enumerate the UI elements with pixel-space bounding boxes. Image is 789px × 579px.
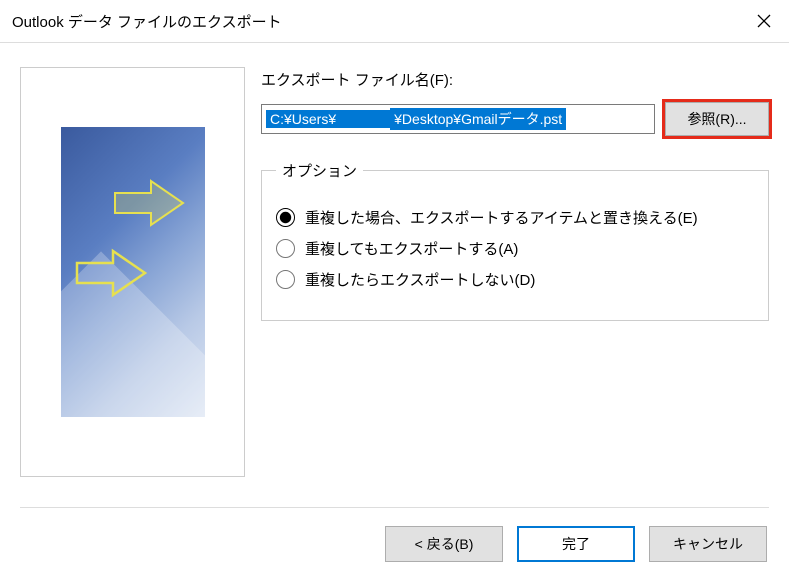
main-panel: エクスポート ファイル名(F): C:¥Users¥ ¥Desktop¥Gmai… <box>261 67 769 477</box>
radio-allow-label[interactable]: 重複してもエクスポートする(A) <box>305 238 518 259</box>
radio-allow[interactable] <box>276 239 295 258</box>
close-button[interactable] <box>739 0 789 42</box>
export-arrow-icon <box>73 245 153 301</box>
titlebar: Outlook データ ファイルのエクスポート <box>0 0 789 43</box>
option-replace-duplicates[interactable]: 重複した場合、エクスポートするアイテムと置き換える(E) <box>276 207 754 228</box>
filepath-redacted <box>340 110 390 128</box>
option-allow-duplicates[interactable]: 重複してもエクスポートする(A) <box>276 238 754 259</box>
window-title: Outlook データ ファイルのエクスポート <box>12 11 282 32</box>
back-button[interactable]: < 戻る(B) <box>385 526 503 562</box>
options-legend: オプション <box>276 160 363 181</box>
content-area: エクスポート ファイル名(F): C:¥Users¥ ¥Desktop¥Gmai… <box>0 43 789 487</box>
export-arrow-icon <box>111 175 191 231</box>
cancel-button[interactable]: キャンセル <box>649 526 767 562</box>
wizard-sidebar <box>20 67 245 477</box>
filepath-text-suffix: ¥Desktop¥Gmailデータ.pst <box>390 108 566 130</box>
filepath-text-prefix: C:¥Users¥ <box>266 110 340 128</box>
close-icon <box>757 14 771 28</box>
filename-input[interactable]: C:¥Users¥ ¥Desktop¥Gmailデータ.pst <box>261 104 655 134</box>
footer-buttons: < 戻る(B) 完了 キャンセル <box>0 508 789 562</box>
browse-button[interactable]: 参照(R)... <box>665 102 769 136</box>
filename-label: エクスポート ファイル名(F): <box>261 69 769 90</box>
finish-button[interactable]: 完了 <box>517 526 635 562</box>
wizard-graphic <box>61 127 205 417</box>
radio-replace-label[interactable]: 重複した場合、エクスポートするアイテムと置き換える(E) <box>305 207 698 228</box>
option-skip-duplicates[interactable]: 重複したらエクスポートしない(D) <box>276 269 754 290</box>
radio-skip[interactable] <box>276 270 295 289</box>
filename-row: C:¥Users¥ ¥Desktop¥Gmailデータ.pst 参照(R)... <box>261 102 769 136</box>
radio-replace[interactable] <box>276 208 295 227</box>
radio-skip-label[interactable]: 重複したらエクスポートしない(D) <box>305 269 535 290</box>
options-group: オプション 重複した場合、エクスポートするアイテムと置き換える(E) 重複しても… <box>261 160 769 321</box>
